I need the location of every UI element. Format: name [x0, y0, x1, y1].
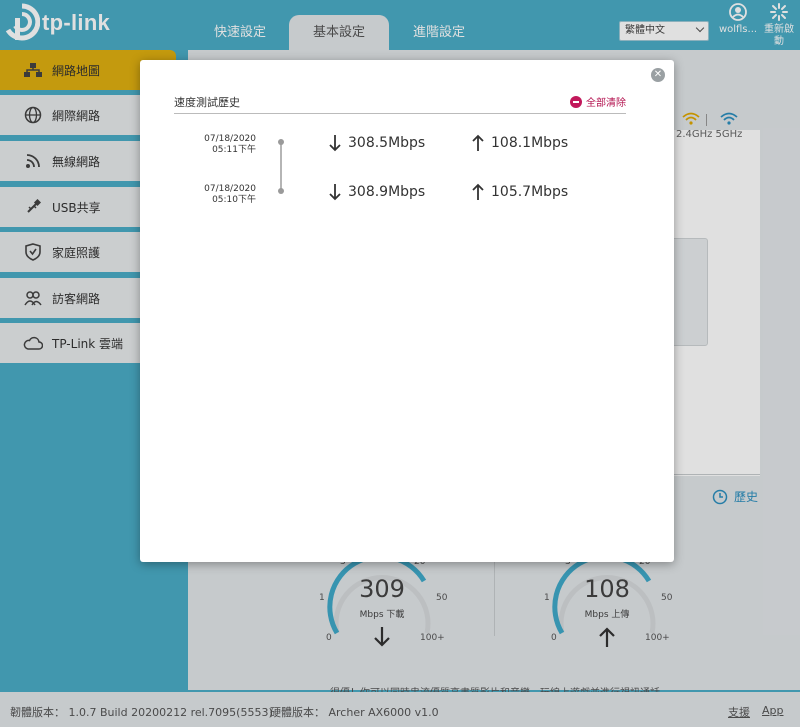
divider: [174, 113, 626, 114]
timeline-dot: [278, 139, 284, 145]
record-upload: 108.1Mbps: [471, 134, 568, 152]
speed-test-history-modal: ✕ 速度測試歷史 全部清除 07/18/2020 05:11下午 308.5Mb…: [140, 60, 674, 562]
arrow-down-icon: [329, 135, 341, 152]
minus-circle-icon: [570, 95, 582, 108]
arrow-down-icon: [329, 184, 341, 201]
record-download: 308.9Mbps: [328, 183, 425, 201]
record-download: 308.5Mbps: [328, 134, 425, 152]
record-datetime: 07/18/2020 05:10下午: [204, 184, 256, 205]
close-button[interactable]: ✕: [651, 68, 665, 82]
clear-all-button[interactable]: 全部清除: [570, 94, 626, 109]
close-icon: ✕: [653, 69, 663, 80]
arrow-up-icon: [472, 183, 484, 200]
arrow-up-icon: [472, 134, 484, 151]
record-datetime: 07/18/2020 05:11下午: [204, 134, 256, 155]
timeline: [280, 142, 282, 192]
clear-all-label: 全部清除: [586, 98, 626, 109]
modal-title: 速度測試歷史: [174, 96, 240, 109]
record-upload: 105.7Mbps: [471, 183, 568, 201]
timeline-dot: [278, 188, 284, 194]
